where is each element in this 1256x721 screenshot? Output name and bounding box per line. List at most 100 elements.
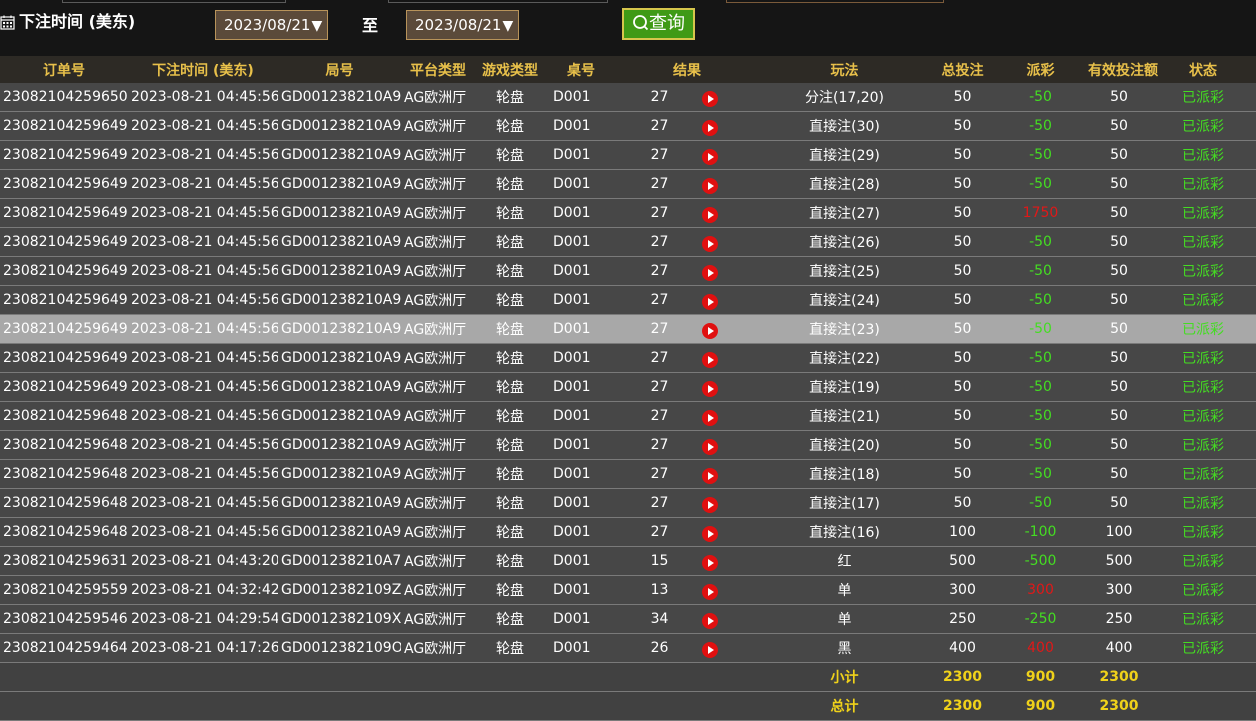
table-row[interactable]: 230821042596500 2023-08-21 04:45:56 GD0012… [0, 83, 1256, 112]
table-row[interactable]: 230821042596486 2023-08-21 04:45:56 GD0012… [0, 488, 1256, 518]
game-cell: 轮盘 [475, 459, 545, 489]
play-video-icon[interactable] [702, 468, 718, 484]
table-number-cell: D001 [545, 604, 617, 634]
total-bet-cell: 50 [932, 343, 993, 373]
valid-bet-cell: 50 [1088, 111, 1150, 141]
col-header-table: 桌号 [545, 56, 617, 83]
table-number-cell: D001 [545, 198, 617, 228]
valid-bet-cell: 50 [1088, 256, 1150, 286]
status-cell: 已派彩 [1150, 227, 1256, 257]
play-video-icon[interactable] [702, 149, 718, 165]
table-row[interactable]: 230821042596492 2023-08-21 04:45:56 GD0012… [0, 314, 1256, 344]
round-cell: GD001238210A9 [278, 140, 401, 170]
play-video-icon[interactable] [702, 265, 718, 281]
grandtotal-row: 总计 2300 900 2300 [0, 691, 1256, 721]
result-value: 27 [650, 118, 669, 134]
query-button[interactable]: 查询 [622, 8, 695, 40]
order-cell: 230821042596485 [0, 517, 128, 547]
bet-type-cell: 直接注(29) [757, 140, 932, 170]
valid-bet-cell: 50 [1088, 227, 1150, 257]
query-button-label: 查询 [649, 13, 685, 34]
table-row[interactable]: 230821042596498 2023-08-21 04:45:56 GD0012… [0, 140, 1256, 170]
table-row[interactable]: 230821042596495 2023-08-21 04:45:56 GD0012… [0, 227, 1256, 257]
subtotal-row: 小计 2300 900 2300 [0, 662, 1256, 692]
play-video-icon[interactable] [702, 236, 718, 252]
table-row[interactable]: 230821042596487 2023-08-21 04:45:56 GD0012… [0, 459, 1256, 489]
result-value: 27 [650, 147, 669, 163]
platform-cell: AG欧洲厅 [401, 343, 475, 373]
subtotal-total: 2300 [932, 662, 993, 692]
game-cell: 轮盘 [475, 83, 545, 112]
table-row[interactable]: 230821042596496 2023-08-21 04:45:56 GD0012… [0, 198, 1256, 228]
table-row[interactable]: 230821042596485 2023-08-21 04:45:56 GD0012… [0, 517, 1256, 547]
play-video-icon[interactable] [702, 381, 718, 397]
play-video-icon[interactable] [702, 642, 718, 658]
table-row[interactable]: 230821042596493 2023-08-21 04:45:56 GD0012… [0, 285, 1256, 315]
play-video-icon[interactable] [702, 120, 718, 136]
play-video-icon[interactable] [702, 178, 718, 194]
round-cell: GD001238210A9 [278, 517, 401, 547]
table-row[interactable]: 230821042596497 2023-08-21 04:45:56 GD0012… [0, 169, 1256, 199]
total-bet-cell: 50 [932, 169, 993, 199]
play-video-icon[interactable] [702, 294, 718, 310]
table-row[interactable]: 230821042596317 2023-08-21 04:43:20 GD0012… [0, 546, 1256, 576]
table-row[interactable]: 230821042595468 2023-08-21 04:29:54 GD0012… [0, 604, 1256, 634]
table-row[interactable]: 230821042596491 2023-08-21 04:45:56 GD0012… [0, 343, 1256, 373]
round-cell: GD001238210A9 [278, 285, 401, 315]
play-video-icon[interactable] [702, 439, 718, 455]
total-bet-cell: 50 [932, 314, 993, 344]
game-cell: 轮盘 [475, 401, 545, 431]
platform-cell: AG欧洲厅 [401, 401, 475, 431]
table-row[interactable]: 230821042596499 2023-08-21 04:45:56 GD0012… [0, 111, 1256, 141]
play-video-icon[interactable] [702, 526, 718, 542]
table-row[interactable]: 230821042595590 2023-08-21 04:32:42 GD0012… [0, 575, 1256, 605]
time-cell: 2023-08-21 04:45:56 [128, 227, 278, 257]
table-row[interactable]: 230821042596494 2023-08-21 04:45:56 GD0012… [0, 256, 1256, 286]
table-number-cell: D001 [545, 169, 617, 199]
table-number-cell: D001 [545, 285, 617, 315]
round-cell: GD001238210A9 [278, 83, 401, 112]
bet-type-cell: 红 [757, 546, 932, 576]
result-cell: 27 [617, 430, 757, 460]
status-cell: 已派彩 [1150, 169, 1256, 199]
order-cell: 230821042596488 [0, 430, 128, 460]
to-date-value: 2023/08/21 [415, 16, 502, 34]
result-cell: 27 [617, 285, 757, 315]
result-value: 27 [650, 234, 669, 250]
time-cell: 2023-08-21 04:45:56 [128, 517, 278, 547]
game-cell: 轮盘 [475, 111, 545, 141]
status-cell: 已派彩 [1150, 401, 1256, 431]
result-value: 27 [650, 292, 669, 308]
play-video-icon[interactable] [702, 584, 718, 600]
table-row[interactable]: 230821042594645 2023-08-21 04:17:26 GD0012… [0, 633, 1256, 663]
col-header-round: 局号 [278, 56, 401, 83]
valid-bet-cell: 50 [1088, 459, 1150, 489]
time-cell: 2023-08-21 04:45:56 [128, 111, 278, 141]
bet-type-cell: 直接注(25) [757, 256, 932, 286]
play-video-icon[interactable] [702, 555, 718, 571]
play-video-icon[interactable] [702, 207, 718, 223]
time-cell: 2023-08-21 04:29:54 [128, 604, 278, 634]
valid-bet-cell: 50 [1088, 169, 1150, 199]
table-row[interactable]: 230821042596490 2023-08-21 04:45:56 GD0012… [0, 372, 1256, 402]
bet-type-cell: 直接注(22) [757, 343, 932, 373]
platform-cell: AG欧洲厅 [401, 169, 475, 199]
to-label: 至 [362, 16, 379, 35]
grandtotal-label: 总计 [757, 691, 932, 721]
play-video-icon[interactable] [702, 497, 718, 513]
play-video-icon[interactable] [702, 91, 718, 107]
result-value: 27 [650, 408, 669, 424]
to-date-select[interactable]: 2023/08/21▼ [406, 10, 519, 40]
payout-cell: -50 [993, 314, 1088, 344]
round-cell: GD0012382109Z [278, 575, 401, 605]
play-video-icon[interactable] [702, 613, 718, 629]
table-row[interactable]: 230821042596488 2023-08-21 04:45:56 GD0012… [0, 430, 1256, 460]
table-row[interactable]: 230821042596489 2023-08-21 04:45:56 GD0012… [0, 401, 1256, 431]
result-value: 27 [650, 321, 669, 337]
play-video-icon[interactable] [702, 352, 718, 368]
from-date-select[interactable]: 2023/08/21▼ [215, 10, 328, 40]
play-video-icon[interactable] [702, 323, 718, 339]
play-video-icon[interactable] [702, 410, 718, 426]
time-cell: 2023-08-21 04:32:42 [128, 575, 278, 605]
table-body: 230821042596500 2023-08-21 04:45:56 GD0012… [0, 83, 1256, 663]
